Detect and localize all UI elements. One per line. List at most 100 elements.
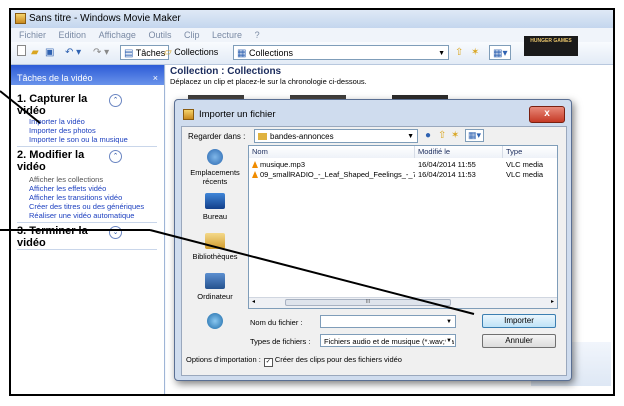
column-header-type[interactable]: Type (503, 146, 557, 158)
place-computer[interactable]: Ordinateur (185, 273, 245, 301)
tasks-button[interactable]: ▤ Tâches (120, 45, 170, 60)
file-row-type: VLC media (506, 170, 544, 179)
collection-title: Collection : Collections (170, 66, 282, 77)
look-in-value: bandes-annonces (270, 132, 334, 141)
collection-select-value: Collections (248, 48, 293, 58)
place-libraries[interactable]: Bibliothèques (185, 233, 245, 261)
section-capture-title-line2: vidéo (17, 105, 46, 117)
open-folder-icon[interactable]: ▰ (31, 45, 39, 60)
link-show-effects[interactable]: Afficher les effets vidéo (29, 184, 106, 193)
chevron-down-icon: ▼ (446, 335, 452, 346)
file-row-name[interactable]: musique.mp3 (252, 160, 415, 170)
dialog-title: Importer un fichier (199, 109, 276, 120)
computer-icon (205, 273, 225, 289)
section-edit-title[interactable]: 2. Modifier la vidéo (17, 149, 84, 173)
scrollbar-thumb[interactable]: III (285, 299, 451, 306)
chevron-down-icon: ▼ (438, 50, 445, 57)
column-header-name[interactable]: Nom (249, 146, 415, 158)
filename-input[interactable]: ▼ (320, 315, 456, 328)
place-recent-label: Emplacements récents (190, 168, 240, 186)
horizontal-scrollbar[interactable]: ◂ III ▸ (249, 297, 557, 308)
scroll-right-icon[interactable]: ▸ (551, 298, 554, 305)
section-divider (17, 249, 157, 250)
close-icon[interactable]: x (529, 106, 565, 123)
undo-icon[interactable]: ↶ ▾ (65, 45, 81, 60)
up-folder-icon[interactable]: ⇧ (438, 130, 446, 141)
file-name: 09_smallRADIO_-_Leaf_Shaped_Feelings_-_7… (260, 170, 415, 179)
title-bar: Sans titre - Windows Movie Maker (11, 10, 613, 28)
section-capture-title-line1: 1. Capturer la (17, 93, 88, 105)
file-row-modified: 16/04/2014 11:55 (418, 160, 476, 169)
menu-outils[interactable]: Outils (148, 30, 171, 40)
column-header-modified[interactable]: Modifié le (415, 146, 503, 158)
link-show-transitions[interactable]: Afficher les transitions vidéo (29, 193, 122, 202)
import-button[interactable]: Importer (482, 314, 556, 328)
collection-icon: ▦ (237, 48, 247, 59)
menu-help[interactable]: ? (255, 30, 260, 40)
place-libraries-label: Bibliothèques (192, 252, 238, 261)
look-in-label: Regarder dans : (188, 132, 246, 141)
task-pane: Tâches de la vidéo × 1. Capturer la vidé… (11, 65, 165, 394)
window-title: Sans titre - Windows Movie Maker (29, 13, 181, 24)
look-in-select[interactable]: bandes-annonces ▼ (254, 129, 418, 143)
cancel-button[interactable]: Annuler (482, 334, 556, 348)
filetype-select[interactable]: Fichiers audio et de musique (*.wav;*.a … (320, 334, 456, 347)
link-automovie[interactable]: Réaliser une vidéo automatique (29, 211, 134, 220)
tasks-label: Tâches (135, 48, 166, 58)
close-icon[interactable]: × (153, 65, 158, 91)
save-icon[interactable]: ▣ (45, 45, 54, 60)
place-recent[interactable]: Emplacements récents (185, 149, 245, 186)
place-network[interactable] (185, 313, 245, 332)
file-row-name[interactable]: 09_smallRADIO_-_Leaf_Shaped_Feelings_-_7… (252, 170, 415, 180)
import-file-dialog: Importer un fichier x Regarder dans : ba… (174, 99, 572, 381)
collections-button[interactable]: ▱ Collections (164, 45, 218, 60)
menu-fichier[interactable]: Fichier (19, 30, 46, 40)
file-list[interactable]: Nom Modifié le Type musique.mp3 16/04/20… (248, 145, 558, 309)
section-divider (17, 222, 157, 223)
import-options: Options d'importation : ✓ Créer des clips … (186, 355, 402, 367)
collection-subtitle: Déplacez un clip et placez-le sur la chr… (170, 77, 367, 86)
file-row-type: VLC media (506, 160, 544, 169)
filetype-label: Types de fichiers : (250, 337, 311, 346)
link-import-audio[interactable]: Importer le son ou la musique (29, 135, 128, 144)
menu-edition[interactable]: Edition (59, 30, 87, 40)
checkbox-create-clips-label: Créer des clips pour des fichiers vidéo (274, 355, 402, 364)
link-import-video[interactable]: Importer la vidéo (29, 117, 85, 126)
back-icon[interactable]: ● (425, 130, 431, 141)
views-button[interactable]: ▦▾ (489, 45, 512, 60)
recent-places-icon (207, 149, 223, 165)
link-create-titles[interactable]: Créer des titres ou des génériques (29, 202, 144, 211)
clip-thumbnail-hunger-games[interactable]: HUNGER GAMES (524, 36, 578, 56)
collapse-icon[interactable]: ⌃ (109, 150, 122, 163)
place-desktop[interactable]: Bureau (185, 193, 245, 221)
checkbox-create-clips[interactable]: ✓ (263, 358, 273, 367)
section-capture-title[interactable]: 1. Capturer la vidéo (17, 93, 87, 117)
new-collection-icon[interactable]: ✶ (471, 45, 479, 60)
collection-up-icon[interactable]: ⇧ (455, 45, 463, 60)
task-pane-title: Tâches de la vidéo (17, 73, 93, 83)
collapse-icon[interactable]: ⌃ (109, 94, 122, 107)
menu-affichage[interactable]: Affichage (99, 30, 136, 40)
menu-lecture[interactable]: Lecture (212, 30, 242, 40)
toolbar: ▰ ▣ ↶ ▾ ↷ ▾ ▤ Tâches ▱ Collections ▦ Col… (11, 42, 613, 65)
expand-icon[interactable]: ⌄ (109, 226, 122, 239)
new-project-icon[interactable] (17, 45, 26, 60)
chevron-down-icon: ▼ (407, 133, 414, 140)
file-name: musique.mp3 (260, 160, 306, 169)
redo-icon[interactable]: ↷ ▾ (93, 45, 109, 60)
libraries-icon (205, 233, 225, 249)
new-folder-icon[interactable]: ✶ (451, 130, 459, 141)
link-show-collections[interactable]: Afficher les collections (29, 175, 103, 184)
network-icon (207, 313, 223, 329)
chevron-down-icon: ▼ (446, 319, 452, 325)
section-finish-title[interactable]: 3. Terminer la vidéo (17, 225, 88, 249)
dialog-body: Regarder dans : bandes-annonces ▼ ● ⇧ ✶ … (181, 126, 567, 376)
place-desktop-label: Bureau (202, 212, 228, 221)
collection-select[interactable]: ▦ Collections ▼ (233, 45, 449, 60)
section-finish-title-line1: 3. Terminer la (17, 225, 88, 237)
link-import-photos[interactable]: Importer des photos (29, 126, 96, 135)
scroll-left-icon[interactable]: ◂ (252, 298, 255, 305)
view-menu-icon[interactable]: ▦▾ (465, 129, 485, 142)
menu-clip[interactable]: Clip (184, 30, 200, 40)
section-divider (17, 146, 157, 147)
